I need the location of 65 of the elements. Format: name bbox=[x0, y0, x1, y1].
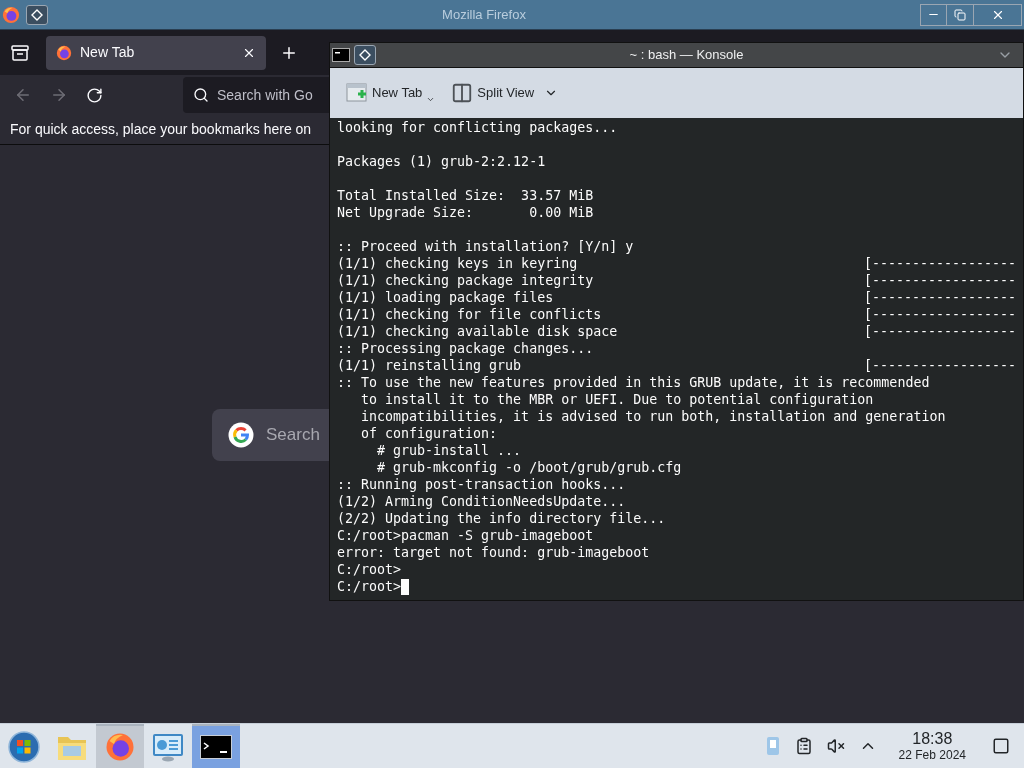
fox-logo-icon bbox=[2, 5, 20, 24]
google-icon bbox=[228, 422, 254, 448]
terminal-line: (1/1) checking package integrity bbox=[337, 272, 595, 289]
terminal-line: looking for conflicting packages... bbox=[337, 119, 618, 136]
terminal-line: (1/2) Arming ConditionNeedsUpdate... bbox=[337, 493, 626, 510]
window-title: ~ : bash — Konsole bbox=[629, 46, 744, 65]
progress-bar-text: [------------------ bbox=[863, 289, 1016, 306]
terminal-line: # grub-mkconfig -o /boot/grub/grub.cfg bbox=[376, 459, 682, 476]
toolbar-button[interactable]: New Tab bbox=[346, 82, 436, 104]
progress-bar-text: [------------------ bbox=[863, 272, 1016, 289]
terminal-line: Total Installed Size: 33.57 MiB bbox=[337, 187, 594, 204]
pin-button[interactable] bbox=[354, 45, 376, 65]
start-orb-icon bbox=[8, 731, 40, 763]
fox-logo-icon bbox=[56, 44, 72, 61]
terminal-line: (1/1) loading package files bbox=[337, 289, 555, 306]
new-tab-icon bbox=[346, 82, 368, 104]
terminal-line: to install it to the MBR or UEFI. Due to potential configuration bbox=[360, 391, 874, 408]
diamond-icon bbox=[31, 8, 43, 21]
terminal-line: :: To use the new features provided in this GRUB update, it is recommended bbox=[337, 374, 930, 391]
progress-bar-text: [------------------ bbox=[863, 306, 1016, 323]
progress-bar-text: [------------------ bbox=[863, 255, 1016, 272]
text-cursor bbox=[401, 578, 410, 595]
terminal-line: Packages (1) grub-2:2.12-1 bbox=[337, 153, 546, 170]
window-title: Mozilla Firefox bbox=[442, 5, 526, 24]
progress-bar-text: [------------------ bbox=[863, 357, 1016, 374]
split-view-icon bbox=[451, 82, 474, 104]
reload-icon[interactable] bbox=[86, 86, 103, 104]
terminal-line: :: Running post-transaction hooks... bbox=[337, 476, 626, 493]
terminal-line: error: target not found: grub-imageboot bbox=[337, 544, 650, 561]
bookmarks-hint: For quick access, place your bookmarks here on bbox=[10, 120, 312, 139]
diamond-icon bbox=[359, 49, 371, 61]
progress-bar-text: [------------------ bbox=[863, 323, 1016, 340]
terminal-icon bbox=[332, 48, 350, 62]
terminal-line: C:/root> bbox=[337, 561, 402, 578]
terminal-line: :: Proceed with installation? [Y/n] y bbox=[337, 238, 634, 255]
monitor-settings-icon bbox=[152, 732, 184, 762]
show-desktop-icon[interactable] bbox=[992, 737, 1010, 755]
clock-date[interactable]: 22 Feb 2024 bbox=[898, 749, 966, 761]
forward-icon[interactable] bbox=[50, 86, 68, 104]
terminal-line: (1/1) checking keys in keyring bbox=[337, 255, 579, 272]
taskbar-app-button[interactable] bbox=[192, 723, 240, 768]
terminal-line: incompatibilities, it is advised to run both, installation and generation bbox=[360, 408, 946, 425]
search-icon bbox=[193, 87, 209, 103]
browser-tab[interactable]: New Tab bbox=[46, 35, 266, 70]
clock-time[interactable]: 18:38 bbox=[912, 731, 953, 747]
terminal-line: (1/1) reinstalling grub bbox=[337, 357, 523, 374]
restore-icon bbox=[954, 8, 966, 21]
terminal-line: :: Processing package changes... bbox=[337, 340, 594, 357]
toolbar-button[interactable]: Split View bbox=[451, 82, 559, 104]
back-icon[interactable] bbox=[14, 86, 32, 104]
terminal-icon bbox=[200, 735, 232, 759]
prompt-line: C:/root> bbox=[337, 578, 402, 595]
pin-button[interactable] bbox=[26, 4, 48, 25]
terminal-line: C:/root>pacman -S grub-imageboot bbox=[337, 527, 594, 544]
address-bar[interactable]: Search with Go bbox=[183, 77, 329, 113]
muted-speaker-icon[interactable] bbox=[826, 737, 845, 755]
terminal-line: (1/1) checking for file conflicts bbox=[337, 306, 603, 323]
terminal-line: of configuration: bbox=[360, 425, 498, 442]
clipboard-icon[interactable] bbox=[794, 737, 813, 755]
terminal-line: # grub-install ... bbox=[376, 442, 522, 459]
terminal-line: Net Upgrade Size: 0.00 MiB bbox=[337, 204, 594, 221]
web-search-field[interactable]: Search bbox=[212, 409, 329, 461]
terminal-line: (2/2) Updating the info directory file... bbox=[337, 510, 666, 527]
fox-logo-icon bbox=[105, 732, 135, 762]
terminal-line: (1/1) checking available disk space bbox=[337, 323, 619, 340]
